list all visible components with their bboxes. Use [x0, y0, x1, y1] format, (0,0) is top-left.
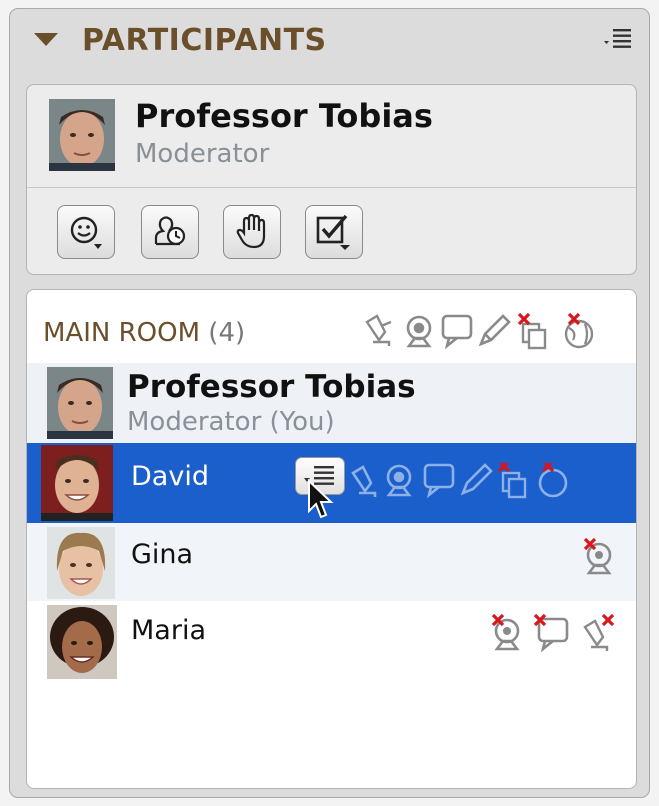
- chat-icon[interactable]: [441, 314, 473, 350]
- panel-header: PARTICIPANTS: [10, 9, 649, 73]
- my-name: Professor Tobias: [135, 97, 433, 135]
- speaker-icon[interactable]: [365, 314, 392, 346]
- chat-disabled-icon[interactable]: [533, 613, 569, 653]
- raise-hand-icon: [236, 213, 266, 249]
- globe-disabled-icon[interactable]: [564, 312, 594, 349]
- my-status-card: Professor Tobias Moderator: [26, 84, 637, 275]
- poll-check-button[interactable]: [305, 205, 363, 259]
- avatar: [47, 367, 113, 439]
- my-role: Moderator: [135, 139, 270, 169]
- avatar: [47, 527, 115, 599]
- avatar: [41, 445, 113, 521]
- poll-check-icon: [316, 214, 350, 250]
- globe-disabled-icon[interactable]: [538, 463, 568, 498]
- room-column-icons: [365, 312, 594, 350]
- raise-hand-button[interactable]: [223, 205, 281, 259]
- triangle-down-icon[interactable]: [34, 33, 58, 46]
- avatar: [49, 99, 115, 171]
- emoticon-icon: [70, 216, 102, 249]
- avatar: [47, 605, 117, 679]
- away-status-icon: [154, 216, 186, 246]
- webcam-disabled-icon[interactable]: [491, 613, 520, 651]
- pencil-icon[interactable]: [478, 314, 511, 347]
- participant-permission-icons: [351, 463, 568, 499]
- pencil-icon[interactable]: [460, 463, 493, 496]
- list-item[interactable]: Professor Tobias Moderator (You): [27, 363, 636, 443]
- chat-icon[interactable]: [423, 463, 455, 499]
- speaker-icon[interactable]: [351, 465, 377, 497]
- emoticon-button[interactable]: [57, 205, 115, 259]
- copy-disabled-icon[interactable]: [497, 463, 527, 499]
- webcam-icon[interactable]: [386, 464, 412, 497]
- room-count: (4): [208, 318, 246, 348]
- participant-name: Gina: [131, 539, 194, 570]
- list-item[interactable]: Gina: [27, 523, 636, 601]
- participant-role: Moderator (You): [127, 407, 335, 437]
- participant-name: Maria: [131, 615, 206, 646]
- room-title: MAIN ROOM (4): [43, 318, 245, 348]
- speaker-disabled-icon[interactable]: [583, 613, 615, 651]
- webcam-disabled-icon[interactable]: [579, 537, 619, 581]
- my-info: Professor Tobias Moderator: [27, 85, 636, 188]
- participants-panel: PARTICIPANTS Professor Tobias Moderator …: [9, 8, 650, 798]
- participant-name: Professor Tobias: [127, 369, 416, 405]
- copy-disabled-icon[interactable]: [517, 312, 547, 350]
- list-item[interactable]: Maria: [27, 601, 636, 683]
- main-room-list: MAIN ROOM (4) Professor Tobias Moderator…: [26, 289, 637, 789]
- webcam-icon[interactable]: [406, 315, 432, 348]
- away-status-button[interactable]: [141, 205, 199, 259]
- participant-name: David: [131, 461, 209, 492]
- room-name: MAIN ROOM: [43, 318, 201, 348]
- panel-title: PARTICIPANTS: [82, 23, 327, 58]
- participant-status-icons: [491, 613, 615, 653]
- list-item-selected[interactable]: David: [27, 443, 636, 523]
- mouse-cursor-icon: [308, 479, 334, 519]
- list-menu-icon[interactable]: [603, 27, 633, 53]
